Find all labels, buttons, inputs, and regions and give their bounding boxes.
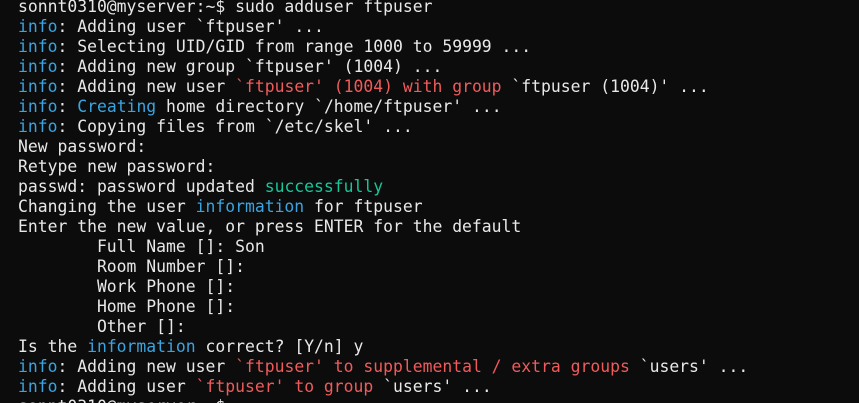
terminal-text-segment: : Selecting UID/GID from range 1000 to 5… <box>57 37 532 56</box>
terminal-line: info: Adding new user `ftpuser' (1004) w… <box>18 77 859 97</box>
terminal-text-segment: Retype new password: <box>18 157 216 176</box>
terminal-line: info: Copying files from `/etc/skel' ... <box>18 117 859 137</box>
terminal-text-segment: : <box>57 97 78 116</box>
terminal-text-segment: info <box>18 37 58 56</box>
terminal-text-segment: : Copying files from `/etc/skel' ... <box>57 117 413 136</box>
terminal-text-segment: `ftpuser' to group <box>195 377 374 396</box>
terminal-line: info: Adding new group `ftpuser' (1004) … <box>18 57 859 77</box>
terminal-text-segment: Enter the new value, or press ENTER for … <box>18 217 522 236</box>
terminal-text-segment: `ftpuser (1004)' ... <box>501 77 709 96</box>
terminal-window[interactable]: sonnt0310@myserver:~$ sudo adduser ftpus… <box>0 0 859 403</box>
terminal-text-segment: info <box>18 77 58 96</box>
terminal-text-segment: sonnt0310@myserver:~$ <box>18 397 225 403</box>
terminal-line: sonnt0310@myserver:~$ sudo adduser ftpus… <box>18 0 859 17</box>
terminal-line: info: Creating home directory `/home/ftp… <box>18 97 859 117</box>
terminal-line: Retype new password: <box>18 157 859 177</box>
terminal-text-segment: info <box>18 357 58 376</box>
terminal-text-segment: home directory `/home/ftpuser' ... <box>156 97 502 116</box>
terminal-line: passwd: password updated successfully <box>18 177 859 197</box>
terminal-line: sonnt0310@myserver:~$ <box>18 397 859 403</box>
terminal-text-segment: information <box>195 197 305 216</box>
terminal-text-segment: Work Phone []: <box>18 277 236 296</box>
terminal-text-segment: sonnt0310@myserver:~$ sudo adduser ftpus… <box>18 0 433 16</box>
terminal-line: info: Adding user `ftpuser' ... <box>18 17 859 37</box>
terminal-text-segment: : Adding new group `ftpuser' (1004) ... <box>57 57 443 76</box>
terminal-line: Work Phone []: <box>18 277 859 297</box>
terminal-text-segment: : Adding new user <box>57 77 236 96</box>
terminal-text-segment: `users' ... <box>373 377 492 396</box>
terminal-line: Changing the user information for ftpuse… <box>18 197 859 217</box>
terminal-text-segment: : Adding user `ftpuser' ... <box>57 17 324 36</box>
terminal-text-segment: `ftpuser' to supplemental / extra groups <box>235 357 630 376</box>
terminal-text-segment: Changing the user <box>18 197 196 216</box>
terminal-line: info: Selecting UID/GID from range 1000 … <box>18 37 859 57</box>
terminal-text-segment: Other []: <box>18 317 186 336</box>
terminal-line: New password: <box>18 137 859 157</box>
terminal-text-segment: info <box>18 17 58 36</box>
terminal-text-segment: : Adding user <box>57 377 196 396</box>
terminal-text-segment: passwd: password updated <box>18 177 265 196</box>
terminal-text-segment: : Adding new user <box>57 357 236 376</box>
terminal-line: Full Name []: Son <box>18 237 859 257</box>
terminal-text-segment: Room Number []: <box>18 257 245 276</box>
terminal-text-segment: correct? [Y/n] y <box>195 337 364 356</box>
terminal-text-segment: info <box>18 377 58 396</box>
terminal-text-segment: Creating <box>77 97 157 116</box>
terminal-text-segment: Home Phone []: <box>18 297 236 316</box>
terminal-line: info: Adding user `ftpuser' to group `us… <box>18 377 859 397</box>
terminal-line: Is the information correct? [Y/n] y <box>18 337 859 357</box>
terminal-text-segment: Is the <box>18 337 88 356</box>
terminal-text-segment: info <box>18 97 58 116</box>
terminal-text-segment: `ftpuser' (1004) with group <box>235 77 502 96</box>
terminal-text-segment: info <box>18 57 58 76</box>
terminal-line: Enter the new value, or press ENTER for … <box>18 217 859 237</box>
terminal-text-segment: successfully <box>264 177 384 196</box>
terminal-text-segment: for ftpuser <box>304 197 423 216</box>
terminal-text-segment: `users' ... <box>629 357 749 376</box>
terminal-line: Room Number []: <box>18 257 859 277</box>
terminal-line: Other []: <box>18 317 859 337</box>
terminal-line: info: Adding new user `ftpuser' to suppl… <box>18 357 859 377</box>
terminal-text-segment: New password: <box>18 137 147 156</box>
terminal-text-segment: Full Name []: Son <box>18 237 265 256</box>
terminal-text-segment: info <box>18 117 58 136</box>
terminal-output: sonnt0310@myserver:~$ sudo adduser ftpus… <box>18 0 859 403</box>
terminal-line: Home Phone []: <box>18 297 859 317</box>
terminal-text-segment: information <box>87 337 196 356</box>
